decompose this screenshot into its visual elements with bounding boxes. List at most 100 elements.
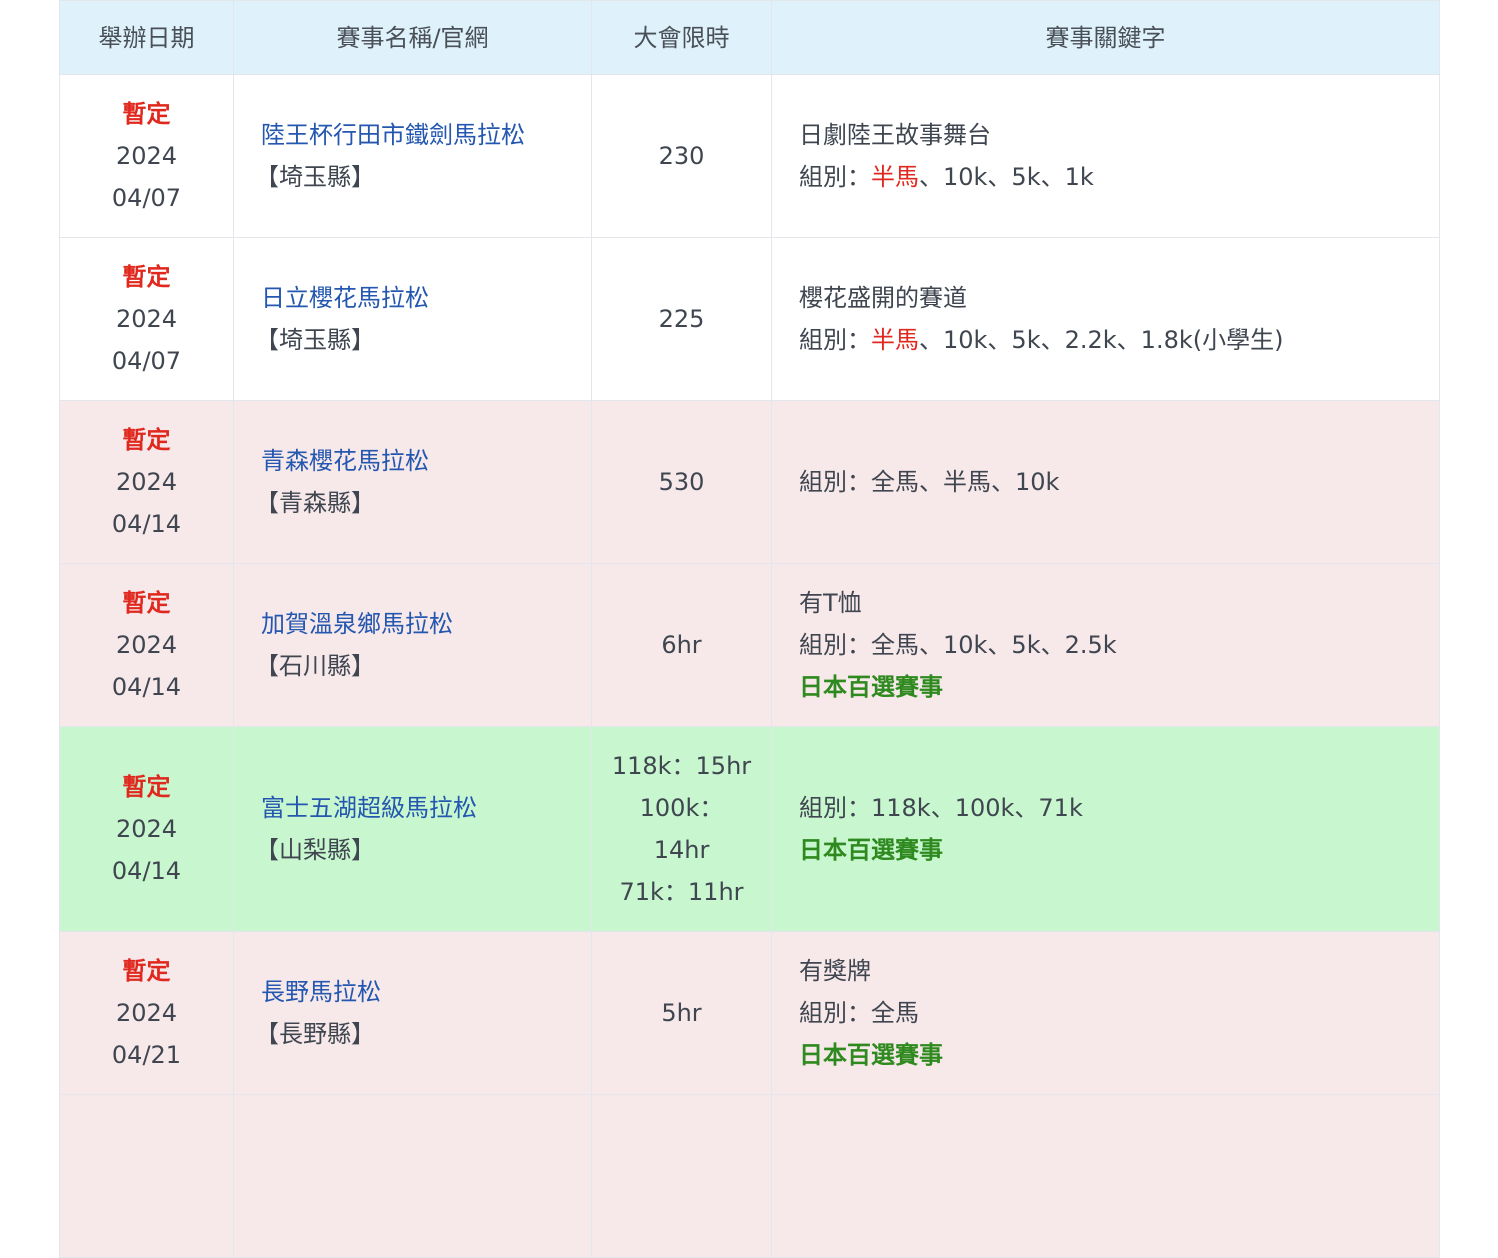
date-cell: 暫定 2024 04/14 [59,400,234,564]
category-prefix: 組別： [799,163,871,191]
date-cell: 暫定 2024 04/07 [59,237,234,401]
name-cell: 富士五湖超級馬拉松 【山梨縣】 [233,726,592,932]
category-line: 組別：半馬、10k、5k、1k [799,156,1439,198]
category-rest: 118k、100k、71k [871,794,1083,822]
race-link[interactable]: 日立櫻花馬拉松 [261,277,591,319]
category-highlight: 半馬 [871,163,919,191]
table-row: 暫定 2024 04/14 青森櫻花馬拉松 【青森縣】 530 組別：全馬、半馬… [59,400,1440,564]
limit-text: 71k：11hr [619,878,744,906]
race-link[interactable]: 陸王杯行田市鐵劍馬拉松 [261,114,591,156]
limit-text: 14hr [653,836,710,864]
table-header-row: 舉辦日期 賽事名稱/官網 大會限時 賽事關鍵字 [59,0,1440,75]
keywords-cell: 有獎牌 組別：全馬 日本百選賽事 [771,931,1440,1095]
date-day: 04/14 [111,857,182,885]
name-cell: 青森櫻花馬拉松 【青森縣】 [233,400,592,564]
date-year: 2024 [115,305,178,333]
date-cell: 暫定 2024 04/14 [59,563,234,727]
status-label: 暫定 [122,773,171,801]
limit-cell: 118k：15hr 100k： 14hr 71k：11hr [591,726,772,932]
category-line: 組別：118k、100k、71k [799,787,1439,829]
limit-text: 225 [658,305,705,333]
status-label: 暫定 [122,263,171,291]
prefecture: 【青森縣】 [255,489,375,517]
category-rest: 、10k、5k、2.2k、1.8k(小學生) [919,326,1284,354]
name-cell: 加賀溫泉鄉馬拉松 【石川縣】 [233,563,592,727]
limit-cell: 530 [591,400,772,564]
limit-cell: 6hr [591,563,772,727]
keywords-cell: 組別：全馬、半馬、10k [771,400,1440,564]
table-row: 暫定 2024 04/21 長野馬拉松 【長野縣】 5hr 有獎牌 組別：全馬 … [59,931,1440,1095]
race-link[interactable]: 富士五湖超級馬拉松 [261,787,591,829]
limit-text: 5hr [661,999,702,1027]
category-rest: 全馬、10k、5k、2.5k [871,631,1117,659]
top100-badge: 日本百選賽事 [799,673,943,701]
limit-text: 118k：15hr [611,752,752,780]
header-name: 賽事名稱/官網 [233,0,592,75]
name-cell: 日立櫻花馬拉松 【埼玉縣】 [233,237,592,401]
name-cell: 陸王杯行田市鐵劍馬拉松 【埼玉縣】 [233,74,592,238]
header-keywords: 賽事關鍵字 [771,0,1440,75]
category-prefix: 組別： [799,468,871,496]
limit-cell: 5hr [591,931,772,1095]
date-cell: 暫定 2024 04/07 [59,74,234,238]
category-line: 組別：全馬、10k、5k、2.5k [799,624,1439,666]
limit-cell: 225 [591,237,772,401]
limit-text: 100k： [639,794,724,822]
limit-cell: 230 [591,74,772,238]
status-label: 暫定 [122,100,171,128]
category-line: 組別：半馬、10k、5k、2.2k、1.8k(小學生) [799,319,1439,361]
date-day: 04/14 [111,510,182,538]
top100-badge: 日本百選賽事 [799,1041,943,1069]
keywords-cell: 日劇陸王故事舞台 組別：半馬、10k、5k、1k [771,74,1440,238]
race-link[interactable]: 加賀溫泉鄉馬拉松 [261,603,591,645]
date-year: 2024 [115,815,178,843]
date-day: 04/07 [111,184,182,212]
limit-text: 6hr [661,631,702,659]
date-day: 04/14 [111,673,182,701]
keyword-note: 有T恤 [799,589,862,617]
date-year: 2024 [115,999,178,1027]
table-row-partial [59,1094,1440,1258]
date-year: 2024 [115,142,178,170]
category-highlight: 半馬 [871,326,919,354]
keywords-cell: 組別：118k、100k、71k 日本百選賽事 [771,726,1440,932]
race-link[interactable]: 青森櫻花馬拉松 [261,440,591,482]
keyword-note: 日劇陸王故事舞台 [799,121,991,149]
race-link[interactable]: 長野馬拉松 [261,971,591,1013]
keyword-note: 櫻花盛開的賽道 [799,284,967,312]
status-label: 暫定 [122,957,171,985]
prefecture: 【埼玉縣】 [255,326,375,354]
limit-text: 230 [658,142,705,170]
table-row: 暫定 2024 04/14 加賀溫泉鄉馬拉松 【石川縣】 6hr 有T恤 組別：… [59,563,1440,727]
date-cell: 暫定 2024 04/14 [59,726,234,932]
category-line: 組別：全馬、半馬、10k [799,461,1439,503]
category-rest: 全馬 [871,999,919,1027]
table-row: 暫定 2024 04/07 陸王杯行田市鐵劍馬拉松 【埼玉縣】 230 日劇陸王… [59,74,1440,238]
prefecture: 【埼玉縣】 [255,163,375,191]
date-year: 2024 [115,631,178,659]
status-label: 暫定 [122,426,171,454]
header-date: 舉辦日期 [59,0,234,75]
category-rest: 、10k、5k、1k [919,163,1094,191]
keyword-note: 有獎牌 [799,957,871,985]
prefecture: 【山梨縣】 [255,836,375,864]
keywords-cell: 有T恤 組別：全馬、10k、5k、2.5k 日本百選賽事 [771,563,1440,727]
category-prefix: 組別： [799,326,871,354]
limit-text: 530 [658,468,705,496]
category-line: 組別：全馬 [799,992,1439,1034]
date-day: 04/07 [111,347,182,375]
marathon-schedule-table: 舉辦日期 賽事名稱/官網 大會限時 賽事關鍵字 暫定 2024 04/07 陸王… [59,0,1440,1258]
category-prefix: 組別： [799,794,871,822]
category-rest: 全馬、半馬、10k [871,468,1060,496]
date-cell: 暫定 2024 04/21 [59,931,234,1095]
keywords-cell: 櫻花盛開的賽道 組別：半馬、10k、5k、2.2k、1.8k(小學生) [771,237,1440,401]
name-cell: 長野馬拉松 【長野縣】 [233,931,592,1095]
table-row: 暫定 2024 04/07 日立櫻花馬拉松 【埼玉縣】 225 櫻花盛開的賽道 … [59,237,1440,401]
partial-cell [233,1094,592,1258]
status-label: 暫定 [122,589,171,617]
date-year: 2024 [115,468,178,496]
partial-cell [591,1094,772,1258]
category-prefix: 組別： [799,999,871,1027]
date-day: 04/21 [111,1041,182,1069]
partial-cell [771,1094,1440,1258]
